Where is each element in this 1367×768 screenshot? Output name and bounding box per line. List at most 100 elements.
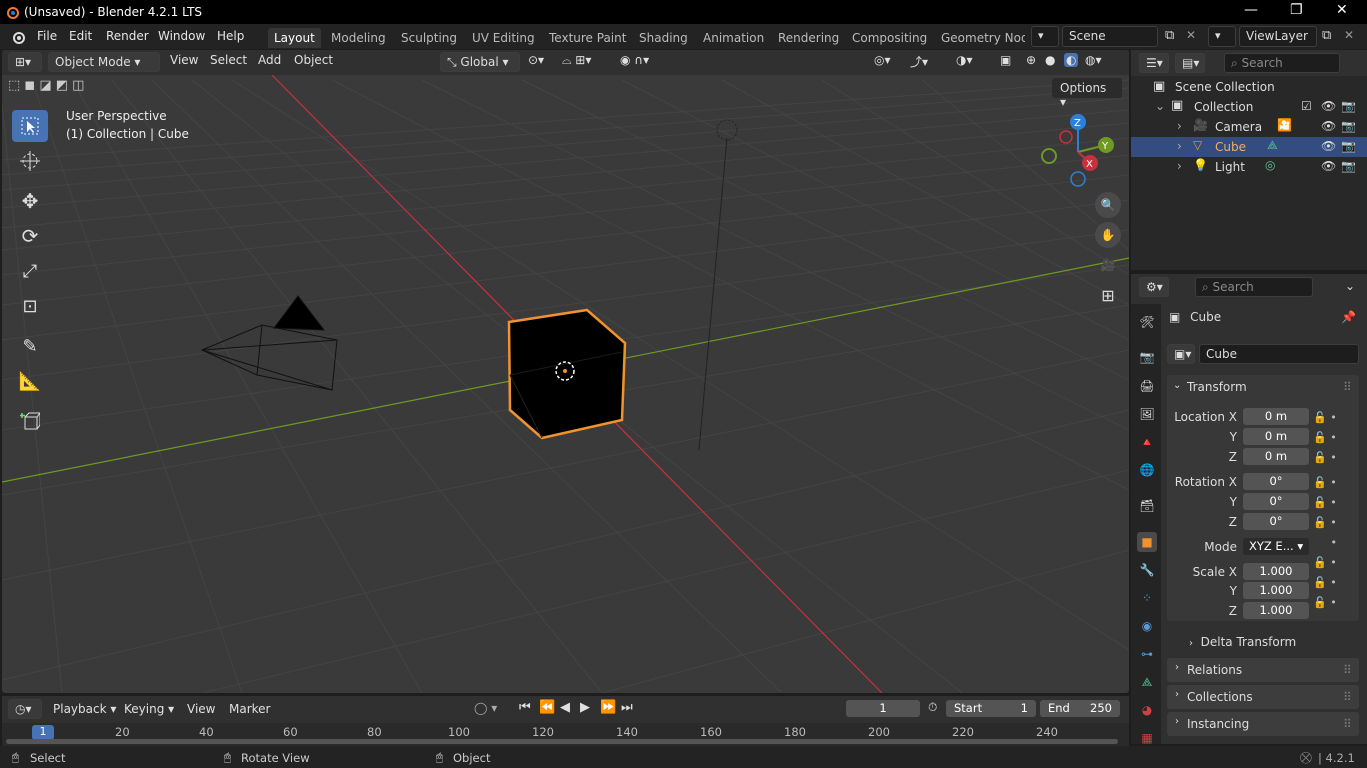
drag-handle-icon[interactable]: ⠿ — [1343, 717, 1352, 731]
instancing-panel[interactable]: › Instancing ⠿ — [1167, 712, 1359, 736]
pin-icon[interactable]: 📌 — [1341, 310, 1356, 324]
tab-compositing[interactable]: Compositing — [846, 28, 933, 48]
auto-keying-toggle[interactable]: ◯ ▾ — [474, 701, 497, 715]
gizmo-toggle-icon[interactable]: ⤴▾ — [910, 53, 928, 70]
new-viewlayer-icon[interactable]: ⧉ — [1322, 28, 1331, 43]
scene-browse-button[interactable]: ▾ — [1031, 26, 1059, 47]
object-browse-button[interactable]: ▣▾ — [1167, 344, 1195, 364]
proportional-editing-icon[interactable]: ◉ ∩▾ — [620, 53, 649, 67]
scene-name-field[interactable]: Scene — [1062, 26, 1158, 47]
tab-texture-paint[interactable]: Texture Paint — [543, 28, 632, 48]
render-camera-icon[interactable]: 📷 — [1341, 99, 1356, 113]
selection-mode-buttons[interactable]: ⬚ ◼ ◪ ◩ ◫ — [8, 78, 104, 96]
outliner-item-light[interactable]: › 💡 Light ◎ 👁 📷 — [1131, 157, 1367, 177]
transform-orientation-selector[interactable]: ⤡ Global ▾ — [440, 52, 520, 72]
menu-object[interactable]: Object — [294, 53, 333, 67]
menu-timeline-view[interactable]: View — [187, 702, 215, 716]
timeline-scrollbar[interactable] — [6, 739, 1118, 744]
properties-search-input[interactable]: ⌕ Search — [1195, 277, 1313, 297]
object-tab[interactable]: ■ — [1137, 532, 1157, 552]
visibility-icon[interactable]: ◎▾ — [874, 53, 891, 67]
3d-viewport[interactable]: ⊞▾ Object Mode ▾ View Select Add Object … — [2, 50, 1129, 693]
editor-type-button[interactable]: ⊞▾ — [8, 52, 42, 72]
outliner-item-camera[interactable]: › 🎥 Camera 🎦 👁 📷 — [1131, 117, 1367, 137]
current-frame-field[interactable]: 1 — [846, 700, 920, 717]
snapping-icon[interactable]: ⌓ ⊞▾ — [562, 53, 591, 68]
rotation-mode-dropdown[interactable]: XYZ E... ▾ — [1243, 538, 1309, 555]
transform-panel-title[interactable]: Transform — [1187, 380, 1247, 394]
play-button[interactable]: ▶ — [580, 700, 590, 715]
timeline-editor-type[interactable]: ◷▾ — [8, 699, 42, 719]
keyframe-dot-icon[interactable]: • — [1313, 533, 1353, 553]
location-z-field[interactable]: 0 m — [1243, 448, 1309, 465]
particles-tab[interactable]: ⁘ — [1137, 588, 1157, 608]
menu-playback[interactable]: Playback ▾ — [53, 702, 116, 716]
mesh-data-icon[interactable]: ⟁ — [1267, 138, 1278, 153]
expand-arrow-icon[interactable]: › — [1177, 119, 1182, 133]
visibility-eye-icon[interactable]: 👁 — [1321, 119, 1336, 133]
light-data-icon[interactable]: ◎ — [1265, 158, 1275, 172]
close-button[interactable]: ✕ — [1336, 2, 1348, 18]
rotation-z-field[interactable]: 0° — [1243, 513, 1309, 530]
end-frame-field[interactable]: End 250 — [1040, 700, 1120, 717]
menu-edit[interactable]: Edit — [69, 29, 92, 43]
location-y-field[interactable]: 0 m — [1243, 428, 1309, 445]
tab-sculpting[interactable]: Sculpting — [395, 28, 463, 48]
rendered-shading-icon[interactable]: ◍▾ — [1085, 53, 1102, 67]
tab-animation[interactable]: Animation — [697, 28, 770, 48]
properties-options-dropdown[interactable]: ⌄ — [1345, 279, 1355, 293]
menu-window[interactable]: Window — [158, 29, 205, 43]
scale-z-field[interactable]: 1.000 — [1243, 602, 1309, 619]
data-tab[interactable]: ⟁ — [1137, 672, 1157, 692]
new-scene-icon[interactable]: ⧉ — [1165, 28, 1174, 43]
cursor-tool[interactable] — [12, 145, 48, 177]
delete-viewlayer-icon[interactable]: ✕ — [1344, 28, 1354, 42]
collapse-arrow-icon[interactable]: ⌄ — [1173, 380, 1181, 391]
output-tab[interactable]: 🖨 — [1137, 376, 1157, 396]
expand-arrow-icon[interactable]: › — [1177, 139, 1182, 153]
properties-editor-type[interactable]: ⚙▾ — [1139, 277, 1169, 297]
physics-tab[interactable]: ◉ — [1137, 616, 1157, 636]
world-tab[interactable]: 🌐 — [1137, 460, 1157, 480]
tab-uv-editing[interactable]: UV Editing — [466, 28, 541, 48]
render-camera-icon[interactable]: 📷 — [1341, 159, 1356, 173]
collection-tab[interactable]: 🗃 — [1137, 496, 1157, 516]
tab-modeling[interactable]: Modeling — [325, 28, 392, 48]
viewlayer-browse-button[interactable]: ▾ — [1208, 26, 1236, 47]
material-preview-shading-icon[interactable]: ◐ — [1064, 53, 1079, 67]
menu-help[interactable]: Help — [217, 29, 244, 43]
blender-menu-icon[interactable] — [10, 29, 26, 45]
outliner-search-input[interactable]: ⌕ Search — [1224, 53, 1340, 73]
rotate-tool[interactable]: ⟳ — [12, 220, 48, 252]
move-tool[interactable]: ✥ — [12, 185, 48, 217]
lock-icon[interactable]: 🔓 • — [1313, 593, 1353, 613]
lock-icon[interactable]: 🔓 • — [1313, 448, 1353, 468]
collapse-arrow-icon[interactable]: ⌄ — [1155, 99, 1165, 113]
tab-rendering[interactable]: Rendering — [772, 28, 845, 48]
texture-tab[interactable]: ▦ — [1137, 728, 1157, 748]
drag-handle-icon[interactable]: ⠿ — [1343, 663, 1352, 677]
solid-shading-icon[interactable]: ● — [1045, 53, 1055, 67]
tab-geometry-nodes[interactable]: Geometry Node — [935, 28, 1025, 48]
jump-start-button[interactable]: ⏮ — [519, 700, 531, 715]
menu-keying[interactable]: Keying ▾ — [124, 702, 174, 716]
scale-y-field[interactable]: 1.000 — [1243, 582, 1309, 599]
ortho-toggle-button[interactable]: ⊞ — [1095, 282, 1121, 308]
lock-icon[interactable]: 🔓 • — [1313, 573, 1353, 593]
menu-file[interactable]: File — [37, 29, 57, 43]
render-camera-icon[interactable]: 📷 — [1341, 139, 1356, 153]
delete-scene-icon[interactable]: ✕ — [1186, 28, 1196, 42]
camera-view-button[interactable]: 🎥 — [1095, 252, 1121, 278]
lock-icon[interactable]: 🔓 • — [1313, 513, 1353, 533]
transform-tool[interactable]: ⊡ — [12, 290, 48, 322]
expand-arrow-icon[interactable]: › — [1177, 159, 1182, 173]
navigation-gizmo[interactable]: Z Y X — [1038, 112, 1118, 192]
wireframe-shading-icon[interactable]: ⊕ — [1026, 53, 1036, 67]
frame-ruler[interactable]: 1 20 40 60 80 100 120 140 160 180 200 22… — [2, 723, 1129, 746]
constraints-tab[interactable]: ⊶ — [1137, 644, 1157, 664]
menu-add[interactable]: Add — [258, 53, 281, 67]
tab-layout[interactable]: Layout — [268, 28, 321, 48]
render-tab[interactable]: 📷 — [1137, 347, 1157, 367]
jump-end-button[interactable]: ⏭ — [621, 700, 633, 715]
menu-view[interactable]: View — [170, 53, 198, 67]
